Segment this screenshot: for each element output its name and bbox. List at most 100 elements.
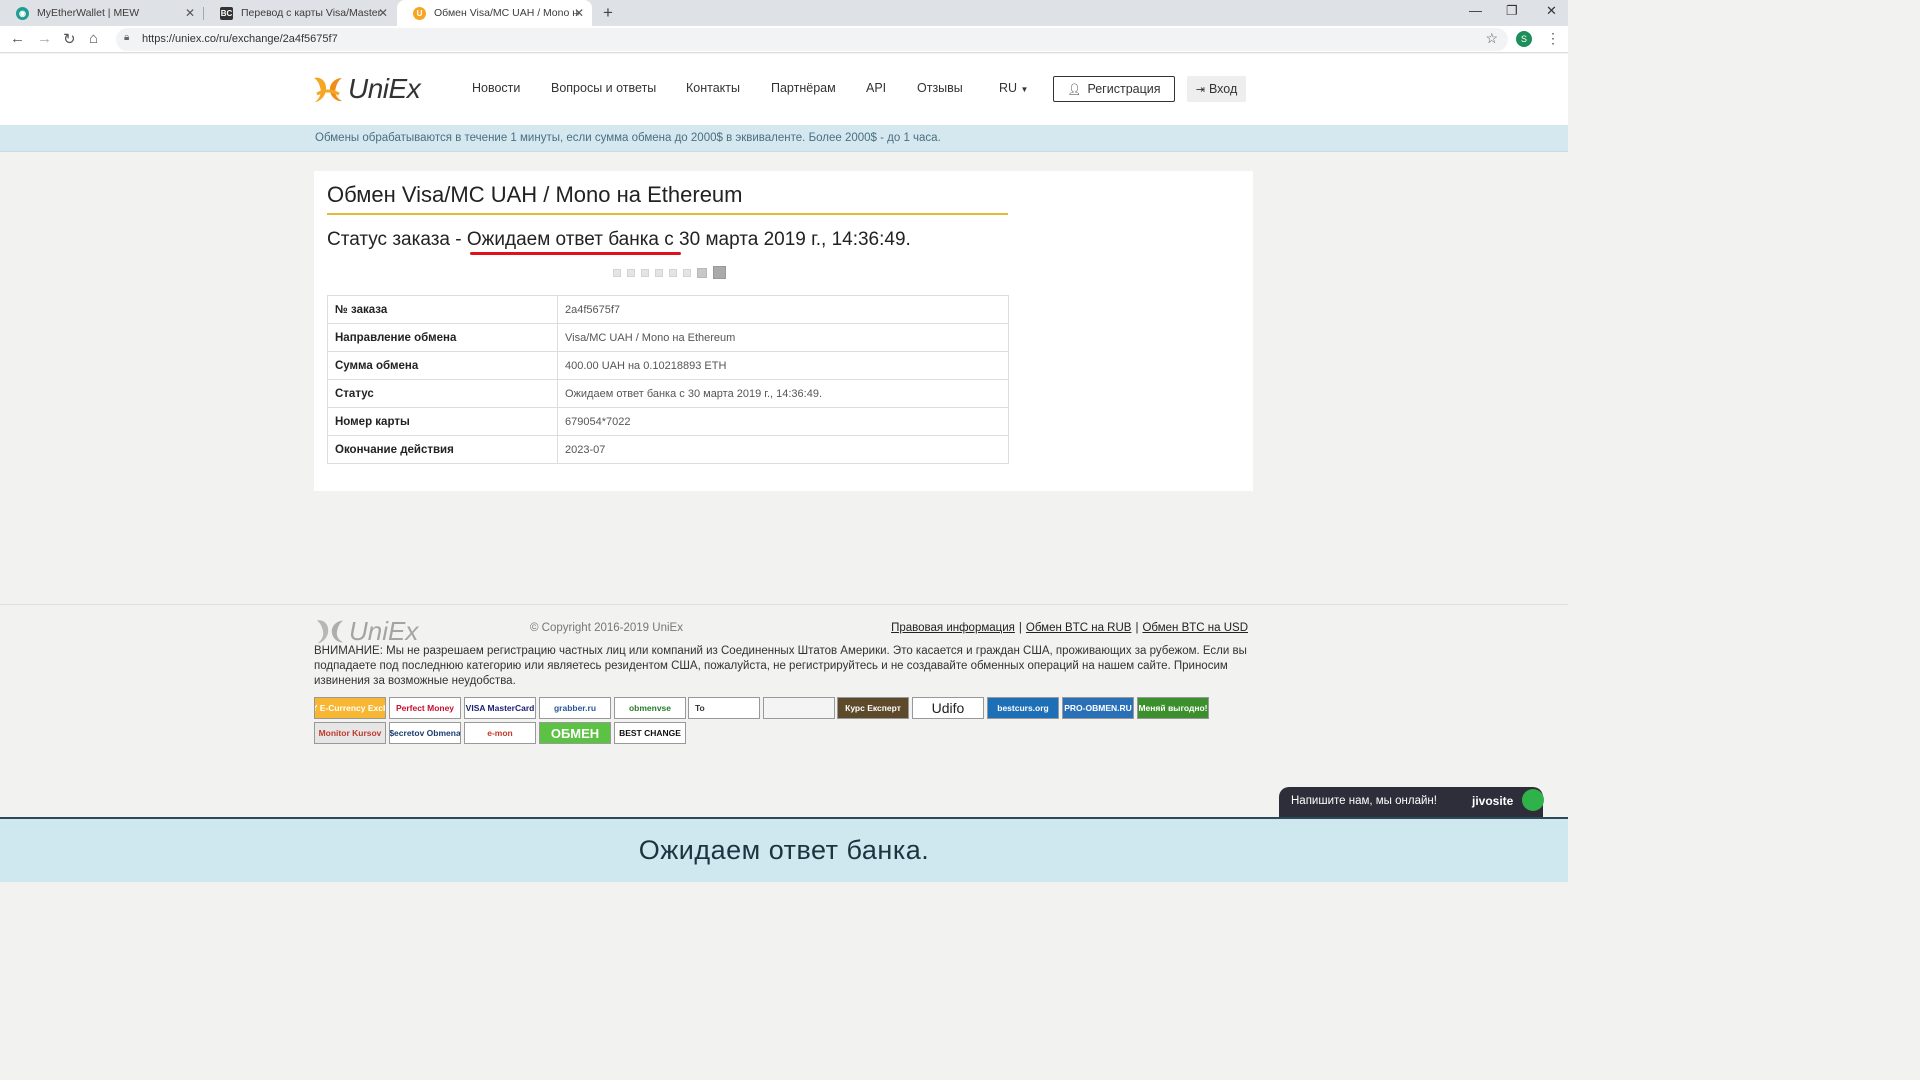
row-key: Сумма обмена xyxy=(327,351,558,380)
lock-icon: 🔒︎ xyxy=(124,32,130,43)
row-value: Ожидаем ответ банка с 30 марта 2019 г., … xyxy=(557,379,1009,408)
banner-monitor-kursov[interactable]: Monitor Kursov xyxy=(314,722,386,744)
banner-perfect-money[interactable]: Perfect Money xyxy=(389,697,461,719)
row-value: 400.00 UAH на 0.10218893 ETH xyxy=(557,351,1009,380)
progress-dot xyxy=(697,267,707,278)
table-row: Статус Ожидаем ответ банка с 30 марта 201… xyxy=(327,379,1009,408)
nav-faq[interactable]: Вопросы и ответы xyxy=(551,81,656,95)
banner-bestcurs[interactable]: bestcurs.org xyxy=(987,697,1059,719)
footer-link-btc-rub[interactable]: Обмен BTC на RUB xyxy=(1026,622,1132,634)
progress-dot xyxy=(627,268,635,277)
banner-menyai-vygodno[interactable]: Меняй выгодно! xyxy=(1137,697,1209,719)
chat-widget[interactable]: Напишите нам, мы онлайн! jivosite xyxy=(1279,787,1544,817)
home-icon[interactable]: ⌂ xyxy=(89,30,98,47)
nav-contacts[interactable]: Контакты xyxy=(686,81,740,95)
row-key: № заказа xyxy=(327,295,558,324)
row-key: Направление обмена xyxy=(327,323,558,352)
chat-message: Напишите нам, мы онлайн! xyxy=(1291,795,1437,807)
tab-title: MyEtherWallet | MEW xyxy=(37,7,140,19)
profile-avatar[interactable]: S xyxy=(1516,31,1532,47)
row-value: 2023-07 xyxy=(557,435,1009,464)
table-row: Направление обмена Visa/MC UAH / Mono на … xyxy=(327,323,1009,352)
copyright: © Copyright 2016-2019 UniEx xyxy=(530,622,683,634)
browser-tab-bar: ◉ MyEtherWallet | MEW ✕ BC Перевод с кар… xyxy=(0,0,1568,26)
login-button[interactable]: ⇥ Вход xyxy=(1187,76,1246,102)
row-key: Окончание действия xyxy=(327,435,558,464)
url-text[interactable]: https://uniex.co/ru/exchange/2a4f5675f7 xyxy=(142,33,338,45)
register-button[interactable]: 👤︎ Регистрация xyxy=(1053,76,1175,102)
progress-dot xyxy=(641,268,649,277)
close-tab-icon[interactable]: ✕ xyxy=(378,6,388,20)
order-details-table: № заказа 2a4f5675f7 Направление обмена Vis… xyxy=(327,295,1009,464)
page-title: Обмен Visa/MC UAH / Mono на Ethereum xyxy=(327,182,743,207)
uniex-logo-icon xyxy=(316,620,344,644)
minimize-icon[interactable]: — xyxy=(1469,3,1482,18)
uniex-icon: U xyxy=(413,6,426,20)
banner-visa-mastercard[interactable]: VISA MasterCard xyxy=(464,697,536,719)
table-row: Окончание действия 2023-07 xyxy=(327,435,1009,464)
status-underline-annotation xyxy=(470,252,681,255)
banner-secretov-obmena[interactable]: $ecretov Obmena xyxy=(389,722,461,744)
uniex-logo-icon xyxy=(314,77,342,102)
nav-api[interactable]: API xyxy=(866,81,886,95)
banner-kurs-expert[interactable]: Курс Експерт xyxy=(837,697,909,719)
footer-link-btc-usd[interactable]: Обмен BTC на USD xyxy=(1142,622,1248,634)
banner-emon[interactable]: e-mon xyxy=(464,722,536,744)
new-tab-icon[interactable]: + xyxy=(603,3,613,23)
notice-text: Обмены обрабатываются в течение 1 минуты… xyxy=(315,132,941,144)
subtitle-caption: Ожидаем ответ банка. xyxy=(0,817,1568,882)
footer-logo[interactable]: UniEx xyxy=(314,615,418,647)
browser-tab-bestchange[interactable]: BC Перевод с карты Visa/MasterCa ✕ xyxy=(204,0,396,26)
bookmark-star-icon[interactable]: ☆ xyxy=(1485,30,1498,47)
footer-link-legal[interactable]: Правовая информация xyxy=(891,622,1015,634)
uniex-logo[interactable]: UniEx xyxy=(311,72,421,106)
browser-menu-icon[interactable]: ⋮ xyxy=(1546,30,1560,47)
status-text: Ожидаем ответ банка xyxy=(466,229,659,250)
order-card: Обмен Visa/MC UAH / Mono на Ethereum Ста… xyxy=(314,171,1253,491)
forward-icon[interactable]: → xyxy=(37,30,52,47)
address-bar[interactable]: 🔒︎ https://uniex.co/ru/exchange/2a4f5675… xyxy=(116,28,1508,51)
banner-okpay[interactable]: OKPAY E-Currency Exchanger xyxy=(314,697,386,719)
status-prefix: Статус заказа - xyxy=(327,229,462,250)
maximize-icon[interactable]: ❐ xyxy=(1506,3,1518,19)
browser-toolbar: ← → ↻ ⌂ 🔒︎ https://uniex.co/ru/exchange/… xyxy=(0,26,1568,53)
banner-pro-obmen[interactable]: PRO-OBMEN.RU xyxy=(1062,697,1134,719)
nav-partners[interactable]: Партнёрам xyxy=(771,81,836,95)
browser-tab-mew[interactable]: ◉ MyEtherWallet | MEW ✕ xyxy=(0,0,203,26)
banner-bestchange[interactable]: BEST CHANGE xyxy=(614,722,686,744)
nav-news[interactable]: Новости xyxy=(472,81,520,95)
footer-links: Правовая информация | Обмен BTC на RUB | Обм… xyxy=(891,622,1248,634)
progress-dot-active xyxy=(713,266,726,279)
nav-reviews[interactable]: Отзывы xyxy=(917,81,963,95)
banner-icons[interactable] xyxy=(763,697,835,719)
progress-dot xyxy=(613,268,621,277)
language-selector[interactable]: RU ▼ xyxy=(999,81,1028,95)
processing-notice: Обмены обрабатываются в течение 1 минуты… xyxy=(0,125,1568,152)
close-tab-icon[interactable]: ✕ xyxy=(185,6,195,20)
caret-down-icon: ▼ xyxy=(1020,85,1029,94)
language-label: RU xyxy=(999,81,1018,95)
progress-dot xyxy=(683,268,691,277)
banner-obmen[interactable]: ОБМЕН xyxy=(539,722,611,744)
banner-grabber[interactable]: grabber.ru xyxy=(539,697,611,719)
order-status-line: Статус заказа - Ожидаем ответ банка с 30… xyxy=(327,229,911,251)
row-key: Статус xyxy=(327,379,558,408)
caption-text: Ожидаем ответ банка. xyxy=(638,835,930,865)
footer-logo-text: UniEx xyxy=(349,615,419,646)
back-icon[interactable]: ← xyxy=(10,30,25,47)
row-key: Номер карты xyxy=(327,407,558,436)
tab-title: Обмен Visa/MC UAH / Mono на xyxy=(434,7,579,19)
close-tab-icon[interactable]: ✕ xyxy=(574,6,584,20)
browser-tab-uniex-active[interactable]: U Обмен Visa/MC UAH / Mono на ✕ xyxy=(397,0,592,26)
row-value: Visa/MC UAH / Mono на Ethereum xyxy=(557,323,1009,352)
reload-icon[interactable]: ↻ xyxy=(63,30,76,48)
banner-to[interactable]: To xyxy=(688,697,760,719)
site-header: UniEx Новости Вопросы и ответы Контакты … xyxy=(0,54,1568,125)
status-suffix: с 30 марта 2019 г., 14:36:49. xyxy=(664,229,911,250)
bestchange-icon: BC xyxy=(220,6,233,20)
banner-udifo[interactable]: Udifo xyxy=(912,697,984,719)
close-window-icon[interactable]: ✕ xyxy=(1546,3,1557,19)
title-underline xyxy=(327,213,1008,215)
login-label: Вход xyxy=(1208,82,1238,96)
banner-obmenvse[interactable]: obmenvse xyxy=(614,697,686,719)
